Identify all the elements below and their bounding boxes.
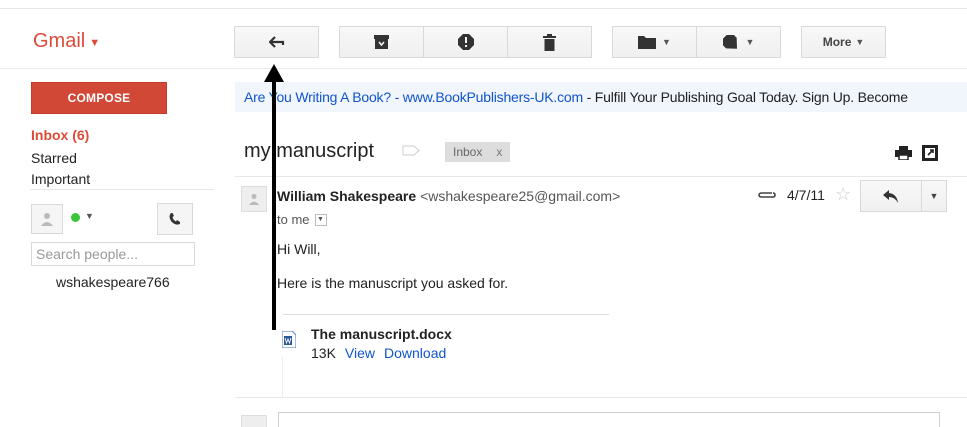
- reply-options-dropdown[interactable]: ▼: [921, 180, 947, 212]
- sidebar-item-important[interactable]: Important: [31, 171, 90, 187]
- inbox-label-chip[interactable]: Inbox x: [445, 142, 511, 162]
- gmail-logo-text: Gmail: [33, 30, 86, 52]
- reply-divider: [235, 397, 967, 398]
- importance-marker-icon[interactable]: [402, 145, 420, 156]
- attachment-meta: 13K View Download: [311, 345, 446, 361]
- top-divider: [0, 8, 967, 9]
- gmail-logo-menu[interactable]: Gmail ▼: [33, 30, 100, 53]
- label-text: Inbox: [453, 145, 483, 159]
- search-people-input[interactable]: [31, 242, 195, 266]
- chevron-down-icon: ▼: [929, 191, 939, 201]
- reply-input-box[interactable]: [278, 412, 940, 427]
- attachment-divider: [283, 314, 609, 315]
- archive-icon: [374, 35, 389, 49]
- online-status-dot[interactable]: [71, 213, 80, 222]
- archive-button[interactable]: [339, 26, 424, 58]
- move-to-button[interactable]: ▼: [612, 26, 697, 58]
- chevron-down-icon: ▼: [662, 37, 671, 47]
- message-divider: [235, 176, 967, 177]
- attachment-view-link[interactable]: View: [345, 345, 375, 361]
- chevron-down-icon: ▼: [89, 36, 101, 49]
- compose-button[interactable]: COMPOSE: [31, 82, 167, 114]
- chevron-down-icon: ▼: [745, 37, 755, 47]
- chevron-down-icon[interactable]: ▼: [85, 211, 94, 221]
- sender-name: William Shakespeare: [277, 188, 417, 204]
- attachment-size: 13K: [311, 345, 336, 361]
- sidebar-divider: [30, 189, 214, 190]
- paperclip-icon: [758, 192, 776, 198]
- show-details-dropdown[interactable]: ▼: [314, 213, 327, 226]
- sidebar-item-starred[interactable]: Starred: [31, 150, 77, 166]
- labels-button[interactable]: ▼: [696, 26, 781, 58]
- new-window-icon[interactable]: [922, 145, 938, 161]
- chevron-down-icon: ▼: [855, 37, 865, 47]
- reply-icon: [883, 189, 898, 203]
- reply-button[interactable]: [860, 180, 922, 212]
- report-spam-button[interactable]: [423, 26, 508, 58]
- remove-label-button[interactable]: x: [496, 145, 502, 159]
- more-button[interactable]: More ▼: [801, 26, 886, 58]
- person-icon: [248, 193, 260, 205]
- annotation-arrow-icon: [264, 64, 284, 330]
- sidebar-item-inbox[interactable]: Inbox (6): [31, 127, 89, 143]
- star-icon[interactable]: ☆: [835, 184, 851, 205]
- person-icon: [41, 213, 53, 226]
- folder-icon: [638, 36, 657, 49]
- delete-button[interactable]: [507, 26, 592, 58]
- ad-link[interactable]: Are You Writing A Book? - www.BookPublis…: [244, 89, 583, 105]
- trash-icon: [543, 33, 556, 51]
- ad-text: - Fulfill Your Publishing Goal Today. Si…: [582, 89, 908, 105]
- contact-item[interactable]: wshakespeare766: [56, 274, 170, 290]
- message-date: 4/7/11: [787, 187, 825, 203]
- more-label: More: [822, 35, 852, 49]
- attachment-download-link[interactable]: Download: [384, 345, 446, 361]
- tag-icon: [722, 34, 737, 49]
- header-divider: [0, 68, 967, 69]
- back-button[interactable]: [234, 26, 319, 58]
- message-body: Here is the manuscript you asked for.: [277, 275, 509, 291]
- ad-banner[interactable]: Are You Writing A Book? - www.BookPublis…: [235, 82, 967, 112]
- print-icon[interactable]: [895, 146, 912, 160]
- spam-icon: [457, 34, 474, 50]
- phone-icon: [169, 213, 180, 225]
- call-phone-button[interactable]: [157, 203, 193, 235]
- sender-email: <wshakespeare25@gmail.com>: [420, 188, 621, 204]
- user-avatar: [241, 415, 267, 427]
- sender-line[interactable]: William Shakespeare <wshakespeare25@gmai…: [277, 188, 620, 204]
- attachment-name: The manuscript.docx: [311, 326, 452, 342]
- back-arrow-icon: [268, 36, 284, 48]
- thread-guide-line: [282, 356, 283, 398]
- chat-avatar-button[interactable]: [31, 204, 63, 234]
